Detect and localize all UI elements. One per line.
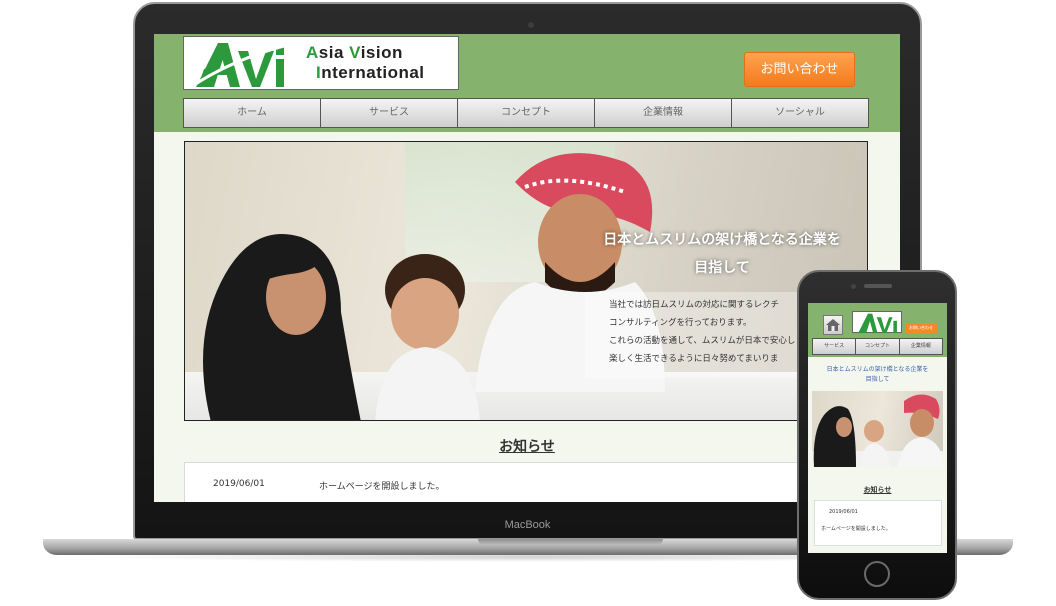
phone-hero-title: 日本とムスリムの架け橋となる企業を 目指して	[814, 365, 941, 385]
phone-screen: お問い合わせ サービス コンセプト 企業情報 日本とムスリムの架け橋となる企業を…	[808, 303, 947, 553]
phone-home-button[interactable]	[864, 561, 890, 587]
laptop-screen: Asia Vision International お問い合わせ ホーム サービ…	[154, 34, 900, 502]
phone-hero-photo	[812, 394, 943, 467]
phone-nav-item-services[interactable]: サービス	[813, 339, 856, 354]
phone-camera-icon	[851, 284, 856, 289]
phone-site-header: お問い合わせ サービス コンセプト 企業情報	[808, 303, 947, 357]
hero-photo-child	[375, 254, 480, 420]
hero-title-line1: 日本とムスリムの架け橋となる企業を	[603, 232, 841, 248]
hero-banner: 日本とムスリムの架け橋となる企業を 目指して 当社では訪日ムスリムの対応に関する…	[184, 141, 868, 421]
nav-item-services[interactable]: サービス	[321, 99, 457, 127]
phone-speaker	[864, 284, 892, 288]
phone-nav: サービス コンセプト 企業情報	[812, 338, 943, 355]
nav-item-social[interactable]: ソーシャル	[732, 99, 868, 127]
notice-text[interactable]: ホームページを開設しました。	[319, 479, 445, 492]
avi-logo-icon	[194, 43, 288, 87]
phone-hero-title-line1: 日本とムスリムの架け橋となる企業を	[826, 366, 929, 373]
contact-button[interactable]: お問い合わせ	[744, 52, 855, 87]
site-header: Asia Vision International お問い合わせ ホーム サービ…	[154, 34, 900, 132]
phone-hero-title-line2: 目指して	[865, 376, 890, 383]
logo-text: Asia Vision International	[306, 43, 425, 82]
house-icon	[826, 319, 840, 331]
base-notch	[478, 539, 663, 545]
site-logo[interactable]: Asia Vision International	[183, 36, 459, 90]
notice-title: お知らせ	[499, 439, 555, 455]
nav-item-concept[interactable]: コンセプト	[458, 99, 594, 127]
avi-logo-icon	[858, 313, 897, 334]
phone-site-logo[interactable]	[852, 311, 902, 334]
hero-photo-mother	[203, 234, 361, 420]
home-icon[interactable]	[823, 315, 843, 335]
main-nav: ホーム サービス コンセプト 企業情報 ソーシャル	[183, 98, 869, 128]
notice-list: 2019/06/01 ホームページを開設しました。	[184, 462, 868, 502]
camera-icon	[528, 22, 534, 28]
phone-notice-date: 2019/06/01	[829, 509, 858, 515]
phone-contact-button[interactable]: お問い合わせ	[905, 323, 937, 333]
nav-item-home[interactable]: ホーム	[184, 99, 320, 127]
phone-notice-list: 2019/06/01 ホームページを開設しました。	[814, 500, 942, 546]
nav-item-company[interactable]: 企業情報	[595, 99, 731, 127]
phone-nav-item-concept[interactable]: コンセプト	[856, 339, 899, 354]
phone-nav-item-company[interactable]: 企業情報	[899, 339, 942, 354]
notice-date: 2019/06/01	[213, 479, 265, 489]
phone-notice-text[interactable]: ホームページを開設しました。	[821, 525, 891, 532]
phone-hero-banner	[812, 391, 943, 467]
phone-notice-title: お知らせ	[863, 486, 892, 494]
